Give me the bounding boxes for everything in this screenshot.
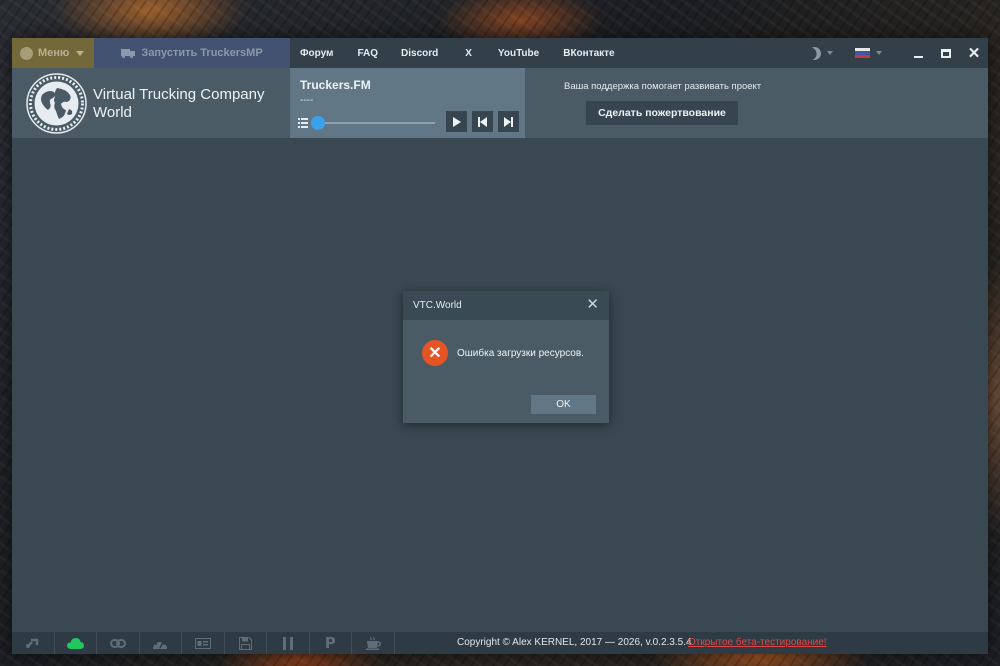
pause-icon[interactable]: [267, 632, 310, 654]
speedometer-icon[interactable]: [140, 632, 182, 654]
app-window: Меню Запустить TruckersMP Форум FAQ Disc…: [12, 38, 988, 654]
brand-line-1: Virtual Trucking Company: [93, 86, 265, 103]
ok-button[interactable]: OK: [531, 395, 596, 414]
nav-link-faq[interactable]: FAQ: [357, 38, 378, 68]
copyright-text: Copyright © Alex KERNEL, 2017 — 2026, v.…: [457, 637, 692, 648]
status-icons: P: [12, 632, 395, 654]
error-icon: ✕: [422, 340, 448, 366]
playlist-icon[interactable]: [298, 118, 308, 128]
minimize-button[interactable]: [904, 38, 932, 68]
chevron-down-icon: [76, 50, 85, 56]
brand-name: Virtual Trucking Company World: [93, 86, 264, 122]
dialog-title: VTC.World: [413, 300, 462, 311]
vtc-logo: [26, 73, 87, 134]
error-message: Ошибка загрузки ресурсов.: [457, 348, 584, 359]
language-select[interactable]: [855, 48, 882, 58]
theme-toggle[interactable]: [808, 47, 833, 60]
status-bar: P Copyright © Alex KERNEL, 2017 — 2026, …: [12, 632, 988, 654]
error-dialog: VTC.World ✕ ✕ Ошибка загрузки ресурсов. …: [403, 291, 609, 423]
link-icon[interactable]: [12, 632, 55, 654]
close-icon: ✕: [967, 44, 981, 62]
play-icon: [452, 116, 461, 127]
cloud-icon[interactable]: [55, 632, 97, 654]
previous-button[interactable]: [472, 111, 493, 132]
id-card-icon[interactable]: [182, 632, 225, 654]
menu-button[interactable]: Меню: [12, 38, 94, 68]
menu-label: Меню: [38, 47, 70, 59]
launch-label: Запустить TruckersMP: [141, 47, 263, 59]
cup-icon[interactable]: [352, 632, 395, 654]
parking-icon[interactable]: P: [310, 632, 352, 654]
window-controls: ✕: [808, 38, 988, 68]
maximize-icon: [941, 48, 951, 58]
top-nav: Форум FAQ Discord X YouTube ВКонтакте: [300, 38, 615, 68]
chevron-down-icon: [827, 51, 833, 55]
radio-station-title: Truckers.FM: [300, 78, 371, 92]
previous-icon: [478, 116, 487, 127]
next-icon: [504, 116, 513, 127]
chevron-down-icon: [876, 51, 882, 55]
volume-slider-knob[interactable]: [311, 116, 325, 130]
nav-link-x[interactable]: X: [465, 38, 472, 68]
beta-testing-link[interactable]: Открытое бета-тестирование!: [688, 637, 827, 648]
globe-logo-icon: [26, 73, 87, 134]
nav-link-vkontakte[interactable]: ВКонтакте: [563, 38, 614, 68]
launch-truckersmp-button[interactable]: Запустить TruckersMP: [94, 38, 290, 68]
menu-circle-icon: [20, 46, 33, 60]
donate-button[interactable]: Сделать пожертвование: [586, 101, 738, 125]
minimize-icon: [913, 56, 923, 58]
nav-link-discord[interactable]: Discord: [401, 38, 438, 68]
title-bar: Меню Запустить TruckersMP Форум FAQ Disc…: [12, 38, 988, 68]
nav-link-forum[interactable]: Форум: [300, 38, 333, 68]
save-icon[interactable]: [225, 632, 267, 654]
chain-icon[interactable]: [97, 632, 140, 654]
header: Virtual Trucking Company World Truckers.…: [12, 68, 988, 138]
dialog-close-icon[interactable]: ✕: [586, 297, 599, 312]
dialog-header: VTC.World ✕: [403, 291, 609, 320]
truck-icon: [121, 48, 136, 58]
maximize-button[interactable]: [932, 38, 960, 68]
close-button[interactable]: ✕: [960, 38, 988, 68]
play-button[interactable]: [446, 111, 467, 132]
support-text: Ваша поддержка помогает развивать проект: [564, 81, 762, 92]
next-button[interactable]: [498, 111, 519, 132]
radio-track-info: ----: [300, 95, 314, 106]
nav-link-youtube[interactable]: YouTube: [498, 38, 539, 68]
volume-slider-track[interactable]: [320, 122, 435, 124]
moon-icon: [806, 44, 824, 62]
brand-line-2: World: [93, 104, 132, 121]
radio-player: Truckers.FM ----: [290, 68, 525, 138]
russian-flag-icon: [855, 48, 870, 58]
